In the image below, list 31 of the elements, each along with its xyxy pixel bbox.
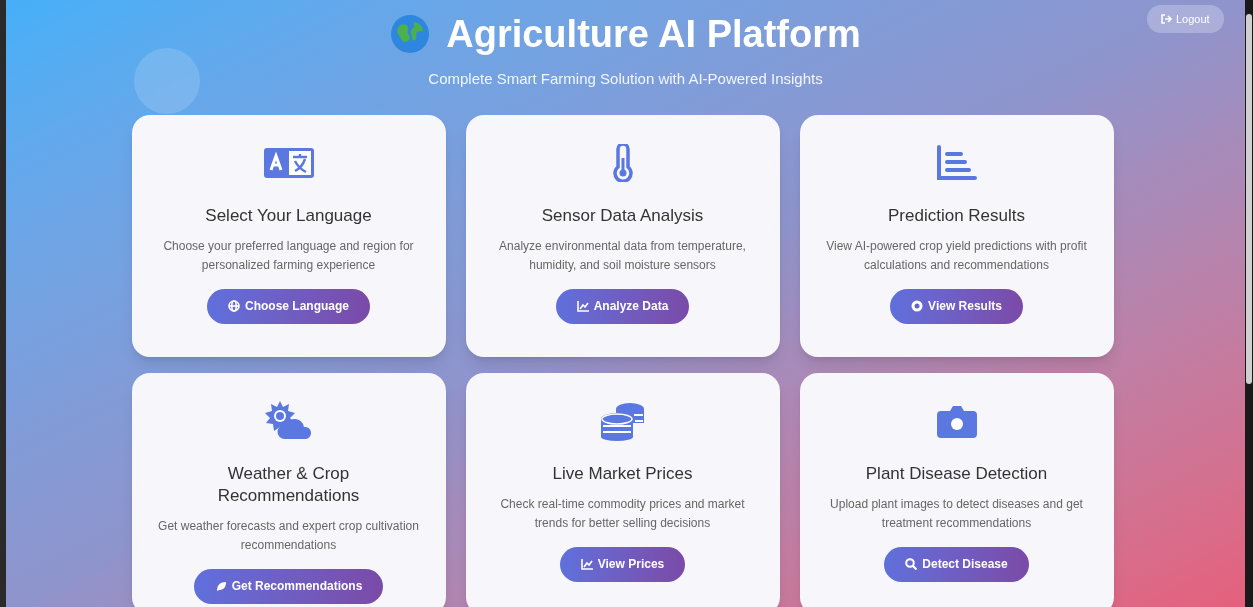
card-title: Live Market Prices [552, 462, 693, 485]
card-description: Check real-time commodity prices and market trends for better selling decisions [499, 495, 746, 532]
card-button[interactable]: Get Recommendations [193, 568, 384, 604]
card-title: Select Your Language [205, 204, 372, 227]
globe-icon [390, 14, 431, 54]
search-icon [905, 558, 918, 570]
card-description: Get weather forecasts and expert crop cultivation recommendations [157, 517, 420, 554]
card-button[interactable]: Choose Language [207, 288, 370, 324]
card-button[interactable]: View Results [890, 288, 1023, 324]
card-button[interactable]: Detect Disease [884, 546, 1029, 582]
coins-icon [600, 400, 645, 441]
line-chart-icon [576, 300, 589, 312]
card-description: Analyze environmental data from temperature, humidity, and soil moisture sensors [498, 237, 747, 274]
sun-cloud-icon [263, 400, 314, 441]
line-chart-icon [580, 558, 593, 570]
card-title: Sensor Data Analysis [541, 204, 704, 227]
card-title: Plant Disease Detection [865, 462, 1048, 485]
card-title: Weather & Crop Recommendations [216, 462, 361, 507]
card-button[interactable]: View Prices [559, 546, 686, 582]
thermometer-icon [611, 143, 634, 182]
page-subtitle: Complete Smart Farming Solution with AI-Powered Insights [428, 69, 823, 89]
logout-icon [1161, 14, 1172, 24]
card-description: View AI-powered crop yield predictions with profit calculations and recommendations [825, 237, 1088, 274]
card-title: Prediction Results [888, 204, 1025, 227]
card-description: Upload plant images to detect diseases and get treatment recommendations [829, 495, 1084, 532]
card-button[interactable]: Analyze Data [555, 288, 690, 324]
globe-icon [228, 300, 240, 312]
card-description: Choose your preferred language and region for personalized farming experience [162, 237, 415, 274]
translate-icon [263, 147, 314, 178]
bar-chart-icon [936, 144, 977, 181]
page-title: Agriculture AI Platform [446, 15, 861, 53]
